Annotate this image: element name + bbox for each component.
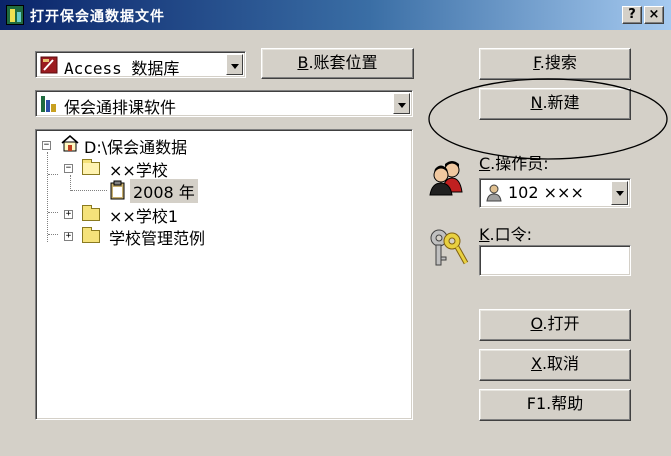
db-type-value: Access 数据库 [64, 59, 180, 78]
access-db-icon [40, 56, 58, 74]
clipboard-icon [110, 180, 125, 200]
expand-icon[interactable]: + [64, 210, 73, 219]
folder-tree[interactable]: − D:\保会通数据 − ××学校 2008 年 + ××学校1 + 学校管理范… [35, 129, 413, 420]
expand-icon[interactable]: + [64, 232, 73, 241]
chevron-down-icon[interactable] [226, 54, 243, 75]
user-icon [486, 184, 502, 202]
operator-label-key: C [479, 154, 491, 173]
cancel-button[interactable]: X.取消 [479, 349, 631, 381]
tree-example-label: 学校管理范例 [109, 229, 206, 248]
password-label-key: K [479, 225, 490, 244]
app-icon [6, 5, 24, 25]
operator-label-text: .操作员: [490, 154, 549, 173]
cancel-key: X [530, 354, 542, 373]
password-label-text: .口令: [489, 225, 532, 244]
open-folder-icon [82, 159, 100, 175]
tree-year-label: 2008 年 [130, 179, 198, 203]
help-button[interactable]: F1.帮助 [479, 389, 631, 421]
close-button[interactable]: × [644, 6, 664, 24]
users-icon [429, 161, 463, 196]
keys-icon [430, 229, 469, 266]
search-text: .搜索 [539, 53, 577, 72]
title-bar[interactable]: 打开保会通数据文件 ? × [0, 0, 671, 30]
password-label: K.口令: [479, 221, 532, 245]
tree-root-label: D:\保会通数据 [84, 138, 188, 157]
open-key: O [530, 314, 543, 333]
folder-icon [82, 205, 100, 221]
collapse-icon[interactable]: − [42, 141, 51, 150]
account-location-text: .账套位置 [308, 53, 378, 72]
operator-value: 102 ××× [508, 183, 584, 202]
account-location-button[interactable]: B.账套位置 [261, 48, 414, 79]
home-icon [61, 135, 79, 152]
window-title: 打开保会通数据文件 [30, 9, 165, 25]
software-icon [41, 96, 56, 112]
password-input[interactable] [479, 245, 631, 276]
chevron-down-icon[interactable] [611, 181, 628, 205]
search-key: F [533, 53, 540, 72]
tree-school-label: ××学校 [109, 161, 168, 180]
folder-icon [82, 227, 100, 243]
open-text: .打开 [542, 314, 580, 333]
open-button[interactable]: O.打开 [479, 309, 631, 341]
db-type-select[interactable]: Access 数据库 [35, 51, 246, 78]
tree-school1-label: ××学校1 [109, 207, 178, 226]
operator-select[interactable]: 102 ××× [479, 178, 631, 208]
help-key: F1 [526, 394, 547, 413]
account-location-key: B [297, 53, 309, 72]
cancel-text: .取消 [541, 354, 580, 373]
chevron-down-icon[interactable] [393, 93, 410, 114]
software-select[interactable]: 保会通排课软件 [35, 90, 413, 117]
help-caption-button[interactable]: ? [622, 6, 642, 24]
software-value: 保会通排课软件 [64, 98, 177, 117]
operator-label: C.操作员: [479, 150, 549, 174]
help-text: .帮助 [546, 394, 584, 413]
collapse-icon[interactable]: − [64, 164, 73, 173]
